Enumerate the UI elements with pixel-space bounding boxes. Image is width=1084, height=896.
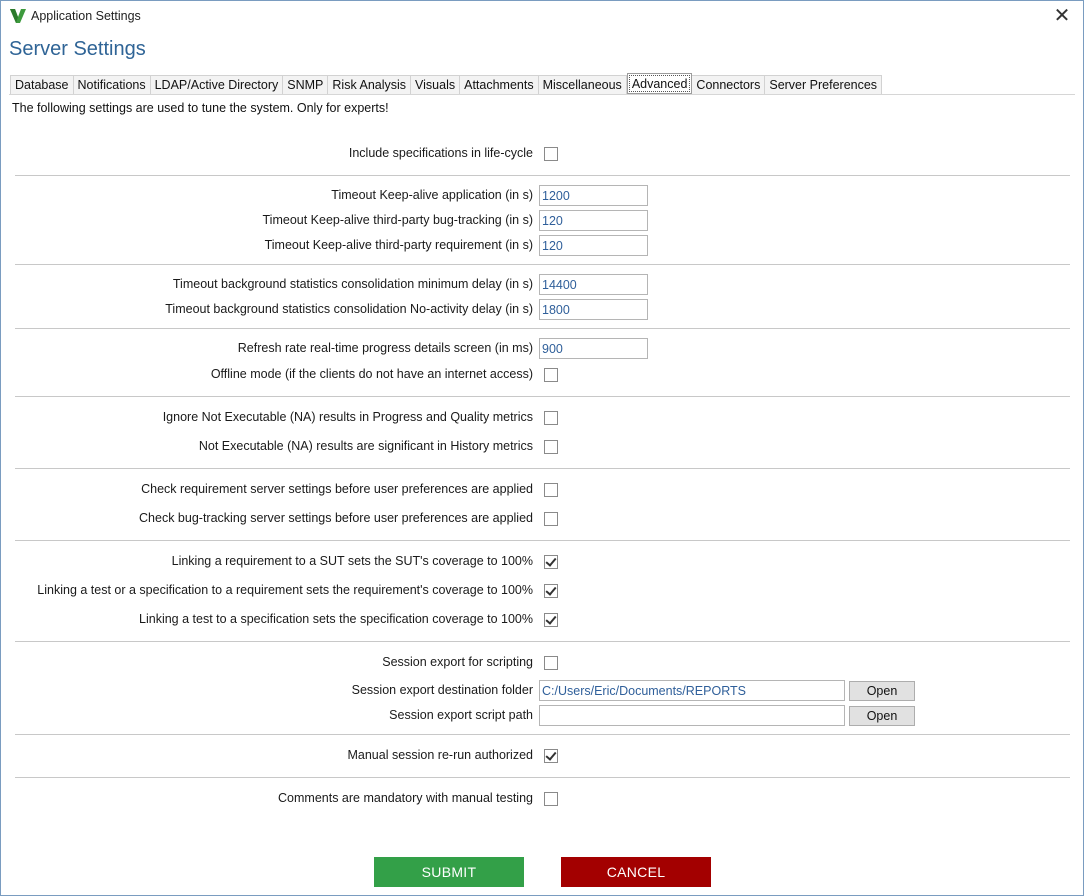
ignore-na-label: Ignore Not Executable (NA) results in Pr… [162, 410, 533, 424]
timeout-bug-label: Timeout Keep-alive third-party bug-track… [262, 213, 533, 227]
tab-miscellaneous[interactable]: Miscellaneous [538, 75, 627, 95]
manual-rerun-checkbox[interactable] [544, 749, 558, 763]
link-test-spec-checkbox[interactable] [544, 613, 558, 627]
divider [15, 468, 1070, 469]
setting-link-test-req: Linking a test or a specification to a r… [1, 580, 1084, 602]
link-test-spec-label: Linking a test to a specification sets t… [139, 612, 533, 626]
divider [15, 264, 1070, 265]
refresh-rate-label: Refresh rate real-time progress details … [237, 341, 533, 355]
bg-min-delay-input[interactable] [539, 274, 648, 295]
setting-na-history: Not Executable (NA) results are signific… [1, 436, 1084, 458]
timeout-bug-input[interactable] [539, 210, 648, 231]
settings-tabs: Database Notifications LDAP/Active Direc… [10, 73, 883, 95]
divider [15, 641, 1070, 642]
setting-timeout-app: Timeout Keep-alive application (in s) [1, 185, 1084, 207]
setting-timeout-bug: Timeout Keep-alive third-party bug-track… [1, 210, 1084, 232]
app-logo-icon [10, 9, 26, 23]
setting-link-test-spec: Linking a test to a specification sets t… [1, 609, 1084, 631]
setting-comments-mandatory: Comments are mandatory with manual testi… [1, 788, 1084, 810]
bg-noact-delay-input[interactable] [539, 299, 648, 320]
check-req-checkbox[interactable] [544, 483, 558, 497]
divider [15, 175, 1070, 176]
tab-server-preferences[interactable]: Server Preferences [765, 75, 883, 95]
tab-visuals[interactable]: Visuals [411, 75, 461, 95]
setting-session-export: Session export for scripting [1, 652, 1084, 674]
link-req-sut-checkbox[interactable] [544, 555, 558, 569]
cancel-button[interactable]: CANCEL [561, 857, 711, 887]
export-folder-open-button[interactable]: Open [849, 681, 915, 701]
ignore-na-checkbox[interactable] [544, 411, 558, 425]
export-script-label: Session export script path [389, 708, 533, 722]
export-script-open-button[interactable]: Open [849, 706, 915, 726]
session-export-checkbox[interactable] [544, 656, 558, 670]
export-script-input[interactable] [539, 705, 845, 726]
setting-link-req-sut: Linking a requirement to a SUT sets the … [1, 551, 1084, 573]
setting-bg-min-delay: Timeout background statistics consolidat… [1, 274, 1084, 296]
tab-risk-analysis[interactable]: Risk Analysis [328, 75, 412, 95]
window-title: Application Settings [31, 9, 141, 23]
link-test-req-checkbox[interactable] [544, 584, 558, 598]
na-history-label: Not Executable (NA) results are signific… [198, 439, 533, 453]
divider [15, 540, 1070, 541]
export-folder-input[interactable] [539, 680, 845, 701]
link-req-sut-label: Linking a requirement to a SUT sets the … [171, 554, 533, 568]
divider [15, 734, 1070, 735]
setting-refresh-rate: Refresh rate real-time progress details … [1, 338, 1084, 360]
title-bar: Application Settings ✕ [1, 1, 1083, 31]
setting-timeout-req: Timeout Keep-alive third-party requireme… [1, 235, 1084, 257]
divider [15, 777, 1070, 778]
tab-ldap-active-directory[interactable]: LDAP/Active Directory [150, 75, 284, 95]
close-icon[interactable]: ✕ [1047, 3, 1077, 29]
tab-divider [9, 94, 1075, 95]
offline-mode-checkbox[interactable] [544, 368, 558, 382]
application-settings-window: Application Settings ✕ Server Settings D… [0, 0, 1084, 896]
tab-database[interactable]: Database [10, 75, 74, 95]
check-bug-checkbox[interactable] [544, 512, 558, 526]
timeout-req-label: Timeout Keep-alive third-party requireme… [264, 238, 533, 252]
setting-ignore-na: Ignore Not Executable (NA) results in Pr… [1, 407, 1084, 429]
tab-notifications[interactable]: Notifications [73, 75, 151, 95]
timeout-app-label: Timeout Keep-alive application (in s) [331, 188, 533, 202]
setting-manual-rerun: Manual session re-run authorized [1, 745, 1084, 767]
tab-attachments[interactable]: Attachments [460, 75, 539, 95]
setting-include-specs: Include specifications in life-cycle [1, 143, 1084, 165]
na-history-checkbox[interactable] [544, 440, 558, 454]
link-test-req-label: Linking a test or a specification to a r… [37, 583, 533, 597]
offline-mode-label: Offline mode (if the clients do not have… [210, 367, 533, 381]
bg-min-delay-label: Timeout background statistics consolidat… [172, 277, 533, 291]
intro-text: The following settings are used to tune … [12, 101, 389, 115]
tab-snmp[interactable]: SNMP [283, 75, 329, 95]
divider [15, 328, 1070, 329]
setting-bg-noact-delay: Timeout background statistics consolidat… [1, 299, 1084, 321]
tab-connectors[interactable]: Connectors [692, 75, 766, 95]
comments-mandatory-checkbox[interactable] [544, 792, 558, 806]
export-folder-label: Session export destination folder [351, 683, 533, 697]
include-specs-label: Include specifications in life-cycle [348, 146, 533, 160]
include-specs-checkbox[interactable] [544, 147, 558, 161]
timeout-app-input[interactable] [539, 185, 648, 206]
timeout-req-input[interactable] [539, 235, 648, 256]
divider [15, 396, 1070, 397]
tab-advanced[interactable]: Advanced [626, 73, 693, 94]
page-title: Server Settings [9, 38, 146, 60]
bg-noact-delay-label: Timeout background statistics consolidat… [165, 302, 533, 316]
session-export-label: Session export for scripting [382, 655, 533, 669]
comments-mandatory-label: Comments are mandatory with manual testi… [278, 791, 533, 805]
setting-export-folder: Session export destination folder Open [1, 680, 1084, 702]
setting-offline-mode: Offline mode (if the clients do not have… [1, 364, 1084, 386]
setting-check-req: Check requirement server settings before… [1, 479, 1084, 501]
setting-export-script: Session export script path Open [1, 705, 1084, 727]
refresh-rate-input[interactable] [539, 338, 648, 359]
check-req-label: Check requirement server settings before… [141, 482, 533, 496]
check-bug-label: Check bug-tracking server settings befor… [139, 511, 533, 525]
manual-rerun-label: Manual session re-run authorized [347, 748, 533, 762]
setting-check-bug: Check bug-tracking server settings befor… [1, 508, 1084, 530]
submit-button[interactable]: SUBMIT [374, 857, 524, 887]
